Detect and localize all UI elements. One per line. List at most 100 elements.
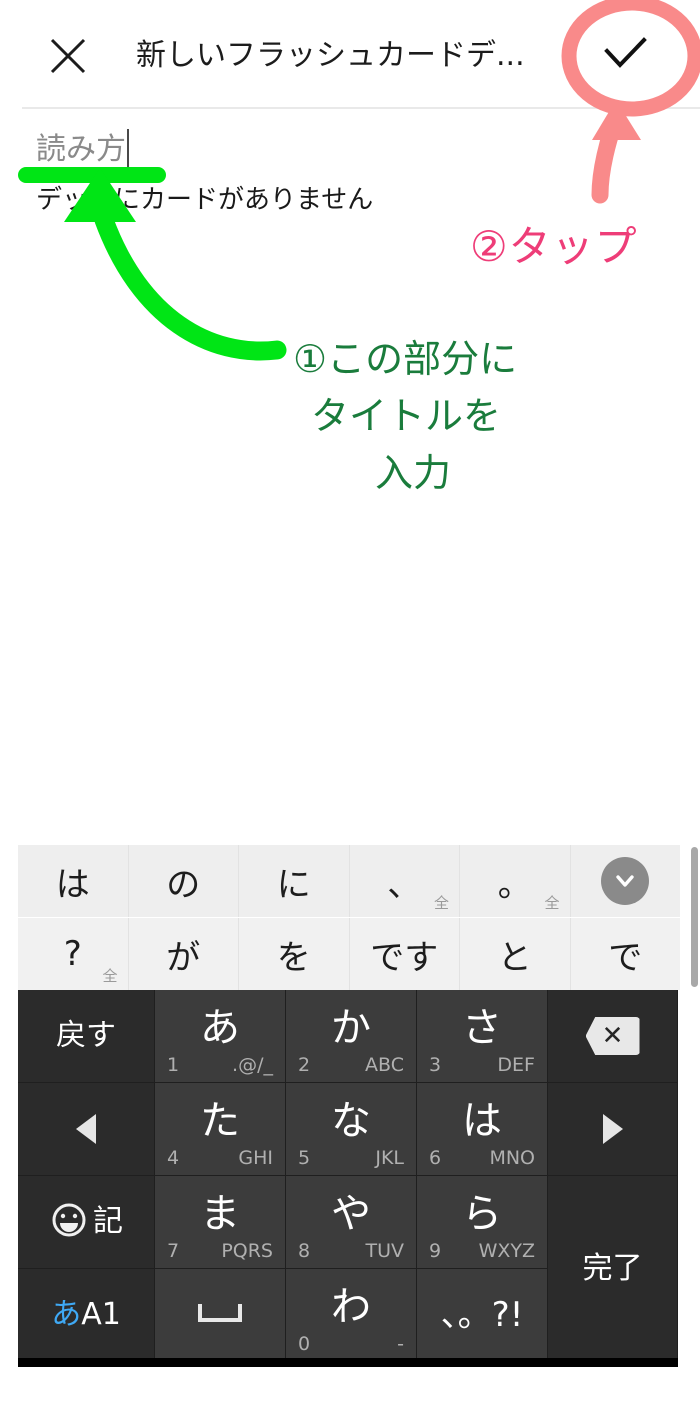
key-label: た xyxy=(200,1098,240,1144)
key-number: 4 xyxy=(167,1147,180,1169)
suggestion-item[interactable]: で xyxy=(571,918,681,990)
key-alpha: DEF xyxy=(497,1054,535,1076)
key-label: 戻す xyxy=(56,1018,116,1053)
text-caret xyxy=(127,129,129,167)
ime-switch-label: あA1 xyxy=(51,1297,121,1332)
suggestion-item[interactable]: です xyxy=(350,918,460,990)
key-ra[interactable]: ら 9 WXYZ xyxy=(417,1176,548,1269)
software-keyboard: はのに、全。全 ? 全がをですとで 戻すあ 1 .@/_ か 2 ABC さ 3 DEF ✕ た 4 GH… xyxy=(0,845,700,1367)
key-label: ま xyxy=(200,1191,240,1237)
suggestion-row-1: はのに、全。全 xyxy=(18,845,680,917)
suggestion-item[interactable]: を xyxy=(239,918,350,990)
deck-title-value: 読み方 xyxy=(36,132,126,167)
key-sa[interactable]: さ 3 DEF xyxy=(417,990,548,1083)
key-number: 7 xyxy=(167,1240,180,1262)
key-ya[interactable]: や 8 TUV xyxy=(286,1176,417,1269)
suggestion-label: 、 xyxy=(387,864,422,905)
close-button[interactable] xyxy=(40,28,96,84)
ime-switch-key[interactable]: あA1 xyxy=(18,1269,155,1362)
suggestion-label: 。 xyxy=(497,864,532,905)
cursor-left-key[interactable] xyxy=(18,1083,155,1176)
key-number: 3 xyxy=(429,1054,442,1076)
key-label: や xyxy=(331,1191,371,1237)
suggestion-expand-button[interactable] xyxy=(570,845,680,917)
key-number: 2 xyxy=(298,1054,311,1076)
suggestion-label: は xyxy=(55,864,90,905)
suggestion-label: に xyxy=(276,864,311,905)
key-ma[interactable]: ま 7 PQRS xyxy=(155,1176,286,1269)
key-label: 、。?! xyxy=(440,1295,524,1335)
backspace-icon: ✕ xyxy=(585,1017,640,1055)
app-bar: 新しいフラッシュカードデ... xyxy=(0,0,700,109)
key-ta[interactable]: た 4 GHI xyxy=(155,1083,286,1176)
annotation-tap-label: ②タップ xyxy=(470,222,638,271)
key-grid: 戻す あ 1 .@/_ か 2 ABC さ 3 DEF ✕ た 4 GHI な 5 JKL は 6 MNO 記 ま 7 PQR… xyxy=(18,990,678,1362)
suggestion-item[interactable]: に xyxy=(239,845,350,917)
key-label: あ xyxy=(200,1005,240,1051)
key-number: 8 xyxy=(298,1240,311,1262)
suggestion-area: はのに、全。全 ? 全がをですとで xyxy=(0,845,700,990)
key-label: ら xyxy=(462,1191,502,1237)
chevron-down-icon xyxy=(601,857,650,905)
key-alpha: JKL xyxy=(375,1147,404,1169)
key-number: 1 xyxy=(167,1054,180,1076)
punctuation-key[interactable]: 、。?! xyxy=(417,1269,548,1362)
suggestion-label: を xyxy=(276,937,311,978)
fullwidth-marker: 全 xyxy=(544,894,560,912)
suggestion-item[interactable]: ? 全 xyxy=(18,918,129,990)
suggestion-item[interactable]: の xyxy=(129,845,239,917)
suggestion-item[interactable]: 。全 xyxy=(460,845,571,917)
suggestion-label: が xyxy=(166,937,201,978)
green-arrow xyxy=(94,210,287,361)
key-alpha: WXYZ xyxy=(478,1240,535,1262)
key-alpha: .@/_ xyxy=(232,1054,273,1076)
empty-deck-message: デッキにカードがありません xyxy=(36,185,374,215)
key-number: 5 xyxy=(298,1147,311,1169)
arrow-right-icon xyxy=(602,1114,623,1144)
suggestion-label: です xyxy=(370,937,439,978)
key-a[interactable]: あ 1 .@/_ xyxy=(155,990,286,1083)
app-screen: 新しいフラッシュカードデ... 読み方 デッキにカードがありません ②タップ ①… xyxy=(0,0,700,1401)
fullwidth-marker: 全 xyxy=(102,967,118,985)
key-wa[interactable]: わ0 - xyxy=(286,1269,417,1362)
done-button[interactable] xyxy=(594,28,656,84)
close-icon xyxy=(46,34,90,78)
key-alpha: MNO xyxy=(489,1147,535,1169)
annotation-input-line-3: 入力 xyxy=(375,451,452,495)
suggestion-label: ? xyxy=(63,934,82,974)
key-na[interactable]: な 5 JKL xyxy=(286,1083,417,1176)
suggestion-scrollbar[interactable] xyxy=(691,847,698,987)
backspace-key[interactable]: ✕ xyxy=(548,990,678,1083)
key-ha[interactable]: は 6 MNO xyxy=(417,1083,548,1176)
key-number: 9 xyxy=(429,1240,442,1262)
key-label: か xyxy=(331,1005,371,1051)
suggestion-item[interactable]: は xyxy=(18,845,129,917)
key-alpha: PQRS xyxy=(221,1240,273,1262)
deck-title-field[interactable]: 読み方 xyxy=(36,129,636,171)
key-label: 完了 xyxy=(582,1250,643,1286)
space-key[interactable] xyxy=(155,1269,286,1362)
cursor-right-key[interactable] xyxy=(548,1083,678,1176)
suggestion-item[interactable]: と xyxy=(460,918,571,990)
annotation-input-line-2: タイトルを xyxy=(311,394,502,438)
suggestion-item[interactable]: 、全 xyxy=(350,845,460,917)
undo-key[interactable]: 戻す xyxy=(18,990,155,1083)
check-icon xyxy=(600,34,650,78)
arrow-left-icon xyxy=(76,1114,96,1144)
emoji-symbol-key[interactable]: 記 xyxy=(18,1176,155,1269)
keyboard-bottom-strip xyxy=(18,1358,678,1367)
symbol-label: 記 xyxy=(93,1204,123,1239)
smiley-icon xyxy=(49,1200,89,1244)
key-label: な xyxy=(331,1098,371,1144)
key-alpha: - xyxy=(397,1333,404,1355)
suggestion-item[interactable]: が xyxy=(129,918,239,990)
enter-key[interactable]: 完了 xyxy=(548,1176,678,1362)
key-ka[interactable]: か 2 ABC xyxy=(286,990,417,1083)
suggestion-label: で xyxy=(608,937,643,978)
suggestion-row-2: ? 全がをですとで xyxy=(18,918,680,990)
key-label: わ xyxy=(331,1284,371,1330)
key-label: さ xyxy=(462,1005,502,1051)
suggestion-label: と xyxy=(497,937,532,978)
key-alpha: ABC xyxy=(365,1054,404,1076)
space-icon xyxy=(194,1300,246,1330)
